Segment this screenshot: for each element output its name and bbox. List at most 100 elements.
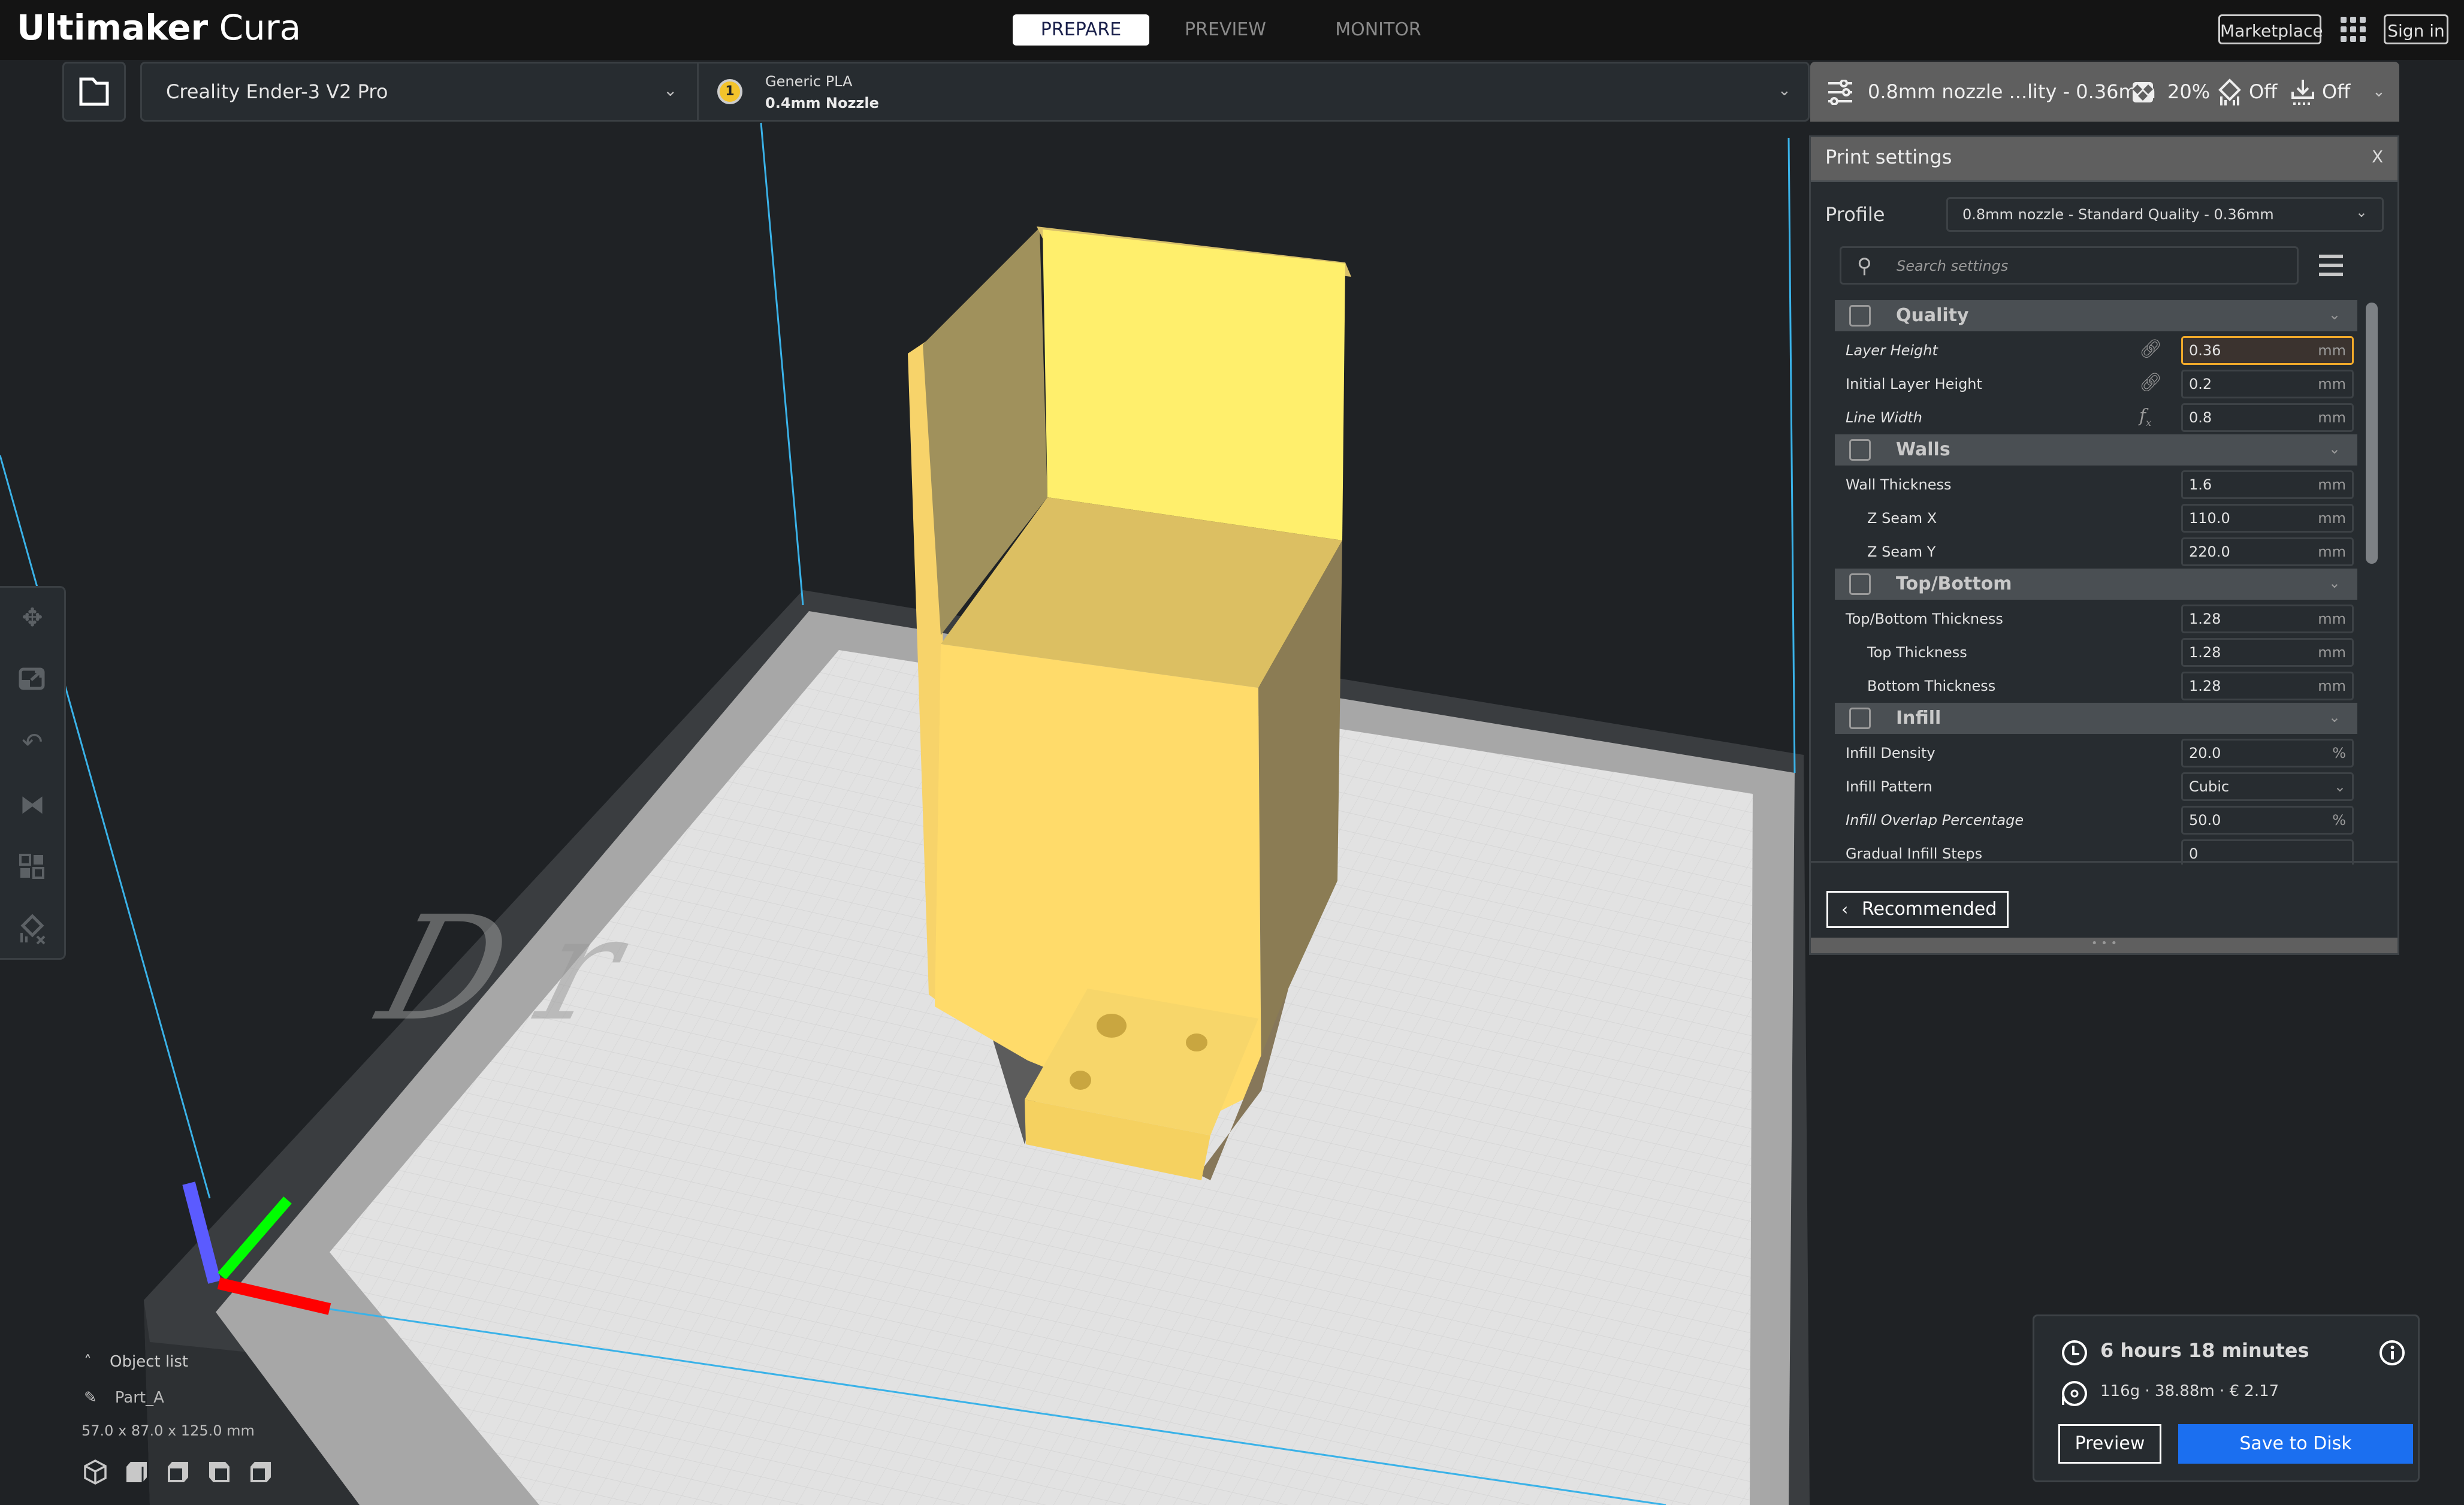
object-dimensions: 57.0 x 87.0 x 125.0 mm <box>81 1422 255 1439</box>
setting-value: 0.36 <box>2189 342 2221 359</box>
mounting-hole <box>1186 1033 1207 1051</box>
setting-row: Infill Overlap Percentage 50.0% <box>1835 803 2357 837</box>
setting-input[interactable]: 50.0% <box>2181 806 2354 835</box>
recommended-mode-button[interactable]: ‹ Recommended <box>1826 891 2009 928</box>
tab-preview[interactable]: PREVIEW <box>1156 14 1294 46</box>
divider <box>697 64 699 120</box>
setting-row: Layer Height 🔗︎ 0.36 mm <box>1835 334 2357 367</box>
tab-monitor[interactable]: MONITOR <box>1300 14 1456 46</box>
setting-unit: mm <box>2318 510 2346 527</box>
per-model-settings-icon[interactable] <box>14 849 50 885</box>
setting-value: 20.0 <box>2189 745 2221 761</box>
grid-icon[interactable] <box>2341 17 2366 42</box>
top-view-icon[interactable] <box>165 1459 191 1485</box>
setting-unit: mm <box>2318 678 2346 694</box>
chevron-down-icon[interactable]: ⌄ <box>1778 81 1791 99</box>
setting-value: 1.6 <box>2189 476 2212 493</box>
recommended-label: Recommended <box>1862 899 1997 920</box>
tab-prepare[interactable]: PREPARE <box>1013 14 1149 46</box>
move-icon[interactable]: ✥ <box>14 600 50 636</box>
marketplace-button[interactable]: Marketplace <box>2218 14 2323 44</box>
setting-input[interactable]: 0.36 mm <box>2181 336 2354 365</box>
setting-value: Cubic <box>2189 778 2230 795</box>
setting-label: Layer Height <box>1846 342 1938 359</box>
category-top-bottom[interactable]: Top/Bottom ⌄ <box>1835 569 2357 600</box>
search-settings-input[interactable] <box>1895 248 2281 284</box>
mounting-hole <box>1070 1071 1091 1090</box>
setting-unit: mm <box>2318 476 2346 493</box>
object-list-item[interactable]: ✎ Part_A <box>84 1389 164 1407</box>
link-icon[interactable]: 🔗︎ <box>2139 339 2162 359</box>
setting-input[interactable]: 220.0 mm <box>2181 537 2354 566</box>
setting-value: 50.0 <box>2189 812 2221 829</box>
search-settings-box[interactable]: ⚲ <box>1840 246 2299 285</box>
chevron-down-icon[interactable]: ⌄ <box>2372 62 2386 122</box>
nozzle-name[interactable]: 0.4mm Nozzle <box>765 95 879 111</box>
setting-unit: mm <box>2318 644 2346 661</box>
right-view-icon[interactable] <box>248 1459 273 1485</box>
app-logo: Ultimaker Cura <box>17 7 301 48</box>
setting-input[interactable]: 110.0 mm <box>2181 504 2354 533</box>
setting-input[interactable]: 1.28 mm <box>2181 638 2354 667</box>
setting-dropdown[interactable]: Cubic ⌄ <box>2181 772 2354 801</box>
profile-value: 0.8mm nozzle - Standard Quality - 0.36mm <box>1962 206 2274 223</box>
setting-input[interactable]: 1.28 mm <box>2181 672 2354 700</box>
object-list-toggle[interactable]: ˄ Object list <box>84 1353 188 1371</box>
profile-summary: 0.8mm nozzle ...lity - 0.36mm <box>1868 80 2156 103</box>
chevron-down-icon: ⌄ <box>2328 306 2341 323</box>
filament-spool-icon <box>2062 1381 2087 1406</box>
setting-value: 0 <box>2189 845 2199 862</box>
sign-in-button[interactable]: Sign in <box>2384 14 2448 44</box>
info-icon[interactable] <box>2378 1339 2406 1367</box>
save-to-disk-button[interactable]: Save to Disk <box>2178 1424 2413 1464</box>
setting-input[interactable]: 1.6 mm <box>2181 470 2354 499</box>
chevron-down-icon[interactable]: ⌄ <box>663 80 677 100</box>
function-icon[interactable]: fx <box>2139 406 2151 428</box>
settings-list: Quality ⌄ Layer Height 🔗︎ 0.36 mm Initial Laye… <box>1835 300 2357 865</box>
setting-unit: ⌄ <box>2333 778 2346 795</box>
printer-selector[interactable]: Creality Ender-3 V2 Pro <box>166 64 388 120</box>
category-quality[interactable]: Quality ⌄ <box>1835 300 2357 331</box>
category-walls[interactable]: Walls ⌄ <box>1835 434 2357 466</box>
walls-icon <box>1849 439 1871 461</box>
preview-button[interactable]: Preview <box>2058 1424 2161 1464</box>
rotate-icon[interactable]: ↶ <box>14 724 50 760</box>
panel-title-bar: Print settings X <box>1811 137 2397 182</box>
setting-row: Bottom Thickness 1.28 mm <box>1835 669 2357 703</box>
profile-dropdown[interactable]: 0.8mm nozzle - Standard Quality - 0.36mm… <box>1946 197 2384 232</box>
close-icon[interactable]: X <box>2372 147 2383 167</box>
setting-input[interactable]: 1.28 mm <box>2181 605 2354 633</box>
setting-row: Top Thickness 1.28 mm <box>1835 636 2357 669</box>
chevron-down-icon: ⌄ <box>2328 440 2341 457</box>
3d-view-icon[interactable] <box>83 1459 108 1485</box>
panel-resize-handle[interactable]: • • • <box>1811 938 2397 953</box>
setting-label: Infill Overlap Percentage <box>1846 812 2024 829</box>
link-icon[interactable]: 🔗︎ <box>2139 372 2162 393</box>
clock-icon <box>2062 1340 2087 1365</box>
scale-icon[interactable] <box>14 662 50 698</box>
setting-unit: mm <box>2318 342 2346 359</box>
category-infill[interactable]: Infill ⌄ <box>1835 703 2357 734</box>
setting-input[interactable]: 0.8 mm <box>2181 403 2354 432</box>
settings-scrollbar[interactable] <box>2366 303 2378 564</box>
settings-visibility-menu-icon[interactable] <box>2319 255 2343 282</box>
setting-input[interactable]: 20.0% <box>2181 739 2354 767</box>
category-label: Walls <box>1896 439 1950 460</box>
front-view-icon[interactable] <box>124 1459 149 1485</box>
print-settings-summary-button[interactable]: 0.8mm nozzle ...lity - 0.36mm 20% Off Of… <box>1810 62 2399 122</box>
chevron-up-icon: ˄ <box>84 1353 92 1371</box>
setting-value: 1.28 <box>2189 678 2221 694</box>
infill-icon <box>1849 708 1871 729</box>
setting-unit: % <box>2332 745 2346 761</box>
left-view-icon[interactable] <box>207 1459 232 1485</box>
open-file-button[interactable] <box>62 62 126 122</box>
setting-row: Infill Density 20.0% <box>1835 736 2357 770</box>
support-icon <box>2218 78 2241 105</box>
material-name[interactable]: Generic PLA <box>765 73 853 90</box>
print-action-panel: 6 hours 18 minutes 116g · 38.88m · € 2.1… <box>2033 1314 2420 1482</box>
support-blocker-icon[interactable] <box>14 911 50 947</box>
print-material-stats: 116g · 38.88m · € 2.17 <box>2100 1382 2279 1400</box>
category-label: Top/Bottom <box>1896 573 2012 594</box>
mirror-icon[interactable]: ⧓ <box>14 787 50 823</box>
setting-input[interactable]: 0.2 mm <box>2181 370 2354 398</box>
